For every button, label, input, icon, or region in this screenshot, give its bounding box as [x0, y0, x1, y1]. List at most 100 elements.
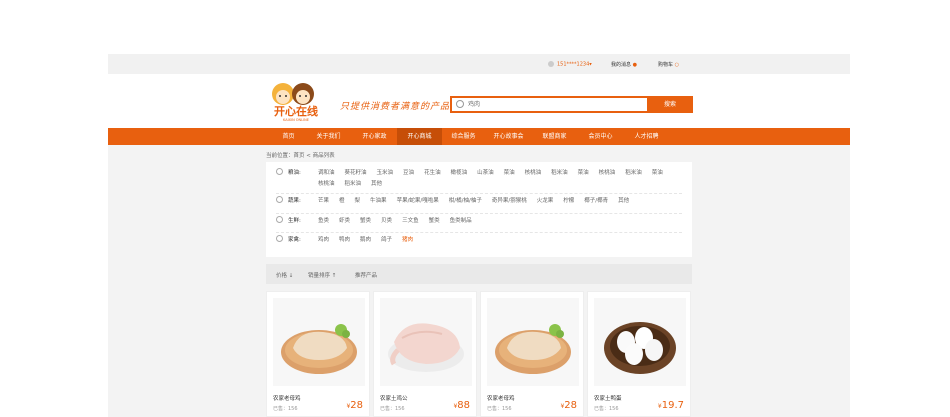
filter-option[interactable]: 玉米油 — [377, 168, 394, 179]
product-name[interactable]: 农家老母鸡 — [273, 394, 301, 402]
filter-option[interactable]: 山茶油 — [477, 168, 494, 179]
sort-bar: 价格 ↓ 销量排序 ↑ 推荐产品 — [266, 264, 692, 284]
product-card[interactable]: 农家老母鸡 已售：156 ¥28 — [266, 291, 370, 417]
product-card[interactable]: 农家老母鸡已售：156 ¥28 — [480, 291, 584, 417]
filter-option[interactable]: 鸽子 — [381, 235, 392, 246]
filter-option[interactable]: 菜油 — [578, 168, 589, 179]
filter-option[interactable]: 核桃油 — [318, 179, 335, 190]
nav-item[interactable]: 联盟商家 — [532, 128, 577, 145]
product-card[interactable]: 农家土鸭蛋 已售：156 ¥19.7 — [587, 291, 691, 417]
filter-option[interactable]: 豆油 — [403, 168, 414, 179]
sort-by-price[interactable]: 价格 ↓ — [276, 271, 293, 279]
user-phone[interactable]: 151****1234▾ — [548, 61, 592, 68]
filter-option[interactable]: 蟹类 — [360, 216, 371, 227]
sort-price-label: 价格 — [276, 273, 288, 279]
sort-by-sales[interactable]: 销量排序 ↑ — [308, 271, 336, 279]
nav-item[interactable]: 开心故事会 — [486, 128, 531, 145]
filter-option[interactable]: 猪肉 — [402, 235, 413, 246]
product-image[interactable] — [273, 298, 365, 386]
breadcrumb: 当前位置：首页 < 商品列表 — [266, 153, 335, 159]
product-sold-count: 已售：156 — [273, 406, 298, 412]
filter-label: 家禽: — [288, 237, 301, 243]
filter-option[interactable]: 三文鱼 — [402, 216, 419, 227]
cart-link[interactable]: 购物车 ○ — [658, 61, 679, 68]
cart-count-icon: ○ — [674, 62, 679, 68]
product-name[interactable]: 农家土鸭蛋 — [594, 394, 622, 402]
category-icon — [276, 168, 283, 175]
filter-option[interactable]: 菜油 — [504, 168, 515, 179]
filter-option[interactable]: 橙 — [339, 196, 345, 207]
price-value: 88 — [457, 400, 470, 411]
filter-option[interactable]: 牛油果 — [370, 196, 387, 207]
nav-item[interactable]: 关于我们 — [306, 128, 351, 145]
main-nav: 首页 关于我们 开心家政 开心商城 综合服务 开心故事会 联盟商家 会员中心 人才招聘 — [108, 128, 850, 145]
filter-option[interactable]: 贝类 — [381, 216, 392, 227]
category-icon — [276, 196, 283, 203]
filter-option[interactable]: 奇异果/猕猴桃 — [492, 196, 527, 207]
filter-option[interactable]: 椰子/椰青 — [584, 196, 608, 207]
chevron-down-icon: ▾ — [589, 61, 592, 68]
product-card[interactable]: 农家土鸡公已售：156 ¥88 — [373, 291, 477, 417]
logo-subtext: KAIXIN ONLINE — [283, 118, 309, 122]
price-value: 28 — [350, 400, 363, 411]
filter-option[interactable]: 柑/橘/柚/柚子 — [449, 196, 482, 207]
filter-option[interactable]: 鸡肉 — [318, 235, 329, 246]
nav-item[interactable]: 开心商城 — [397, 128, 442, 145]
search-box: 搜索 — [450, 96, 693, 113]
product-name[interactable]: 农家土鸡公 — [380, 394, 408, 402]
filter-option[interactable]: 菜油 — [652, 168, 663, 179]
product-sold-count: 已售：156 — [380, 406, 405, 412]
category-icon — [276, 216, 283, 223]
category-filter: 粮油: 调和油 葵花籽油 玉米油 豆油 花生油 橄榄油 山茶油 菜油 核桃油 稻米油 菜油 核桃油 稻米油… — [266, 162, 692, 257]
filter-option[interactable]: 稻米油 — [551, 168, 568, 179]
filter-option[interactable]: 其他 — [618, 196, 629, 207]
product-image[interactable] — [594, 298, 686, 386]
nav-item[interactable]: 会员中心 — [578, 128, 623, 145]
price-value: 19.7 — [661, 400, 684, 411]
filter-options: 芒果橙梨牛油果 苹果/蛇果/嘎啦果 柑/橘/柚/柚子 奇异果/猕猴桃 火龙果 柠檬 椰子/椰… — [318, 196, 678, 207]
filter-label: 粮油: — [288, 170, 301, 176]
product-image[interactable] — [380, 298, 472, 386]
product-price: ¥88 — [453, 400, 470, 411]
page: 151****1234▾ 我的消息 ● 购物车 ○ 开心在线 KAIXIN ON… — [108, 54, 850, 417]
search-input[interactable] — [468, 98, 648, 111]
filter-option[interactable]: 梨 — [355, 196, 361, 207]
sort-recommended[interactable]: 推荐产品 — [355, 271, 377, 279]
filter-option[interactable]: 柠檬 — [563, 196, 574, 207]
filter-option[interactable]: 花生油 — [424, 168, 441, 179]
filter-option[interactable]: 火龙果 — [537, 196, 554, 207]
header: 开心在线 KAIXIN ONLINE 只提供消费者满意的产品 搜索 — [108, 74, 850, 128]
filter-option[interactable]: 鱼类制品 — [450, 216, 472, 227]
filter-option[interactable]: 苹果/蛇果/嘎啦果 — [397, 196, 439, 207]
filter-option[interactable]: 虾类 — [339, 216, 350, 227]
nav-item[interactable]: 人才招聘 — [624, 128, 669, 145]
nav-item[interactable]: 首页 — [266, 128, 311, 145]
category-icon — [276, 235, 283, 242]
filter-option[interactable]: 芒果 — [318, 196, 329, 207]
product-sold-count: 已售：156 — [487, 406, 512, 412]
filter-option[interactable]: 调和油 — [318, 168, 335, 179]
filter-option[interactable]: 鱼类 — [318, 216, 329, 227]
filter-option[interactable]: 核桃油 — [525, 168, 542, 179]
filter-option[interactable]: 鸭肉 — [339, 235, 350, 246]
filter-option[interactable]: 橄榄油 — [451, 168, 468, 179]
filter-option[interactable]: 蟹类 — [429, 216, 440, 227]
phone-number: 151****1234 — [557, 61, 590, 68]
filter-option[interactable]: 稻米油 — [625, 168, 642, 179]
product-price: ¥28 — [560, 400, 577, 411]
filter-option[interactable]: 葵花籽油 — [345, 168, 367, 179]
filter-option[interactable]: 鹅肉 — [360, 235, 371, 246]
filter-option[interactable]: 稻米油 — [345, 179, 362, 190]
search-button[interactable]: 搜索 — [647, 96, 693, 113]
my-messages-link[interactable]: 我的消息 ● — [611, 61, 637, 68]
filter-row: 蔬果: 芒果橙梨牛油果 苹果/蛇果/嘎啦果 柑/橘/柚/柚子 奇异果/猕猴桃 火龙果 柠檬椰… — [276, 194, 682, 214]
nav-item[interactable]: 开心家政 — [352, 128, 397, 145]
sort-sales-label: 销量排序 — [308, 273, 331, 279]
nav-item[interactable]: 综合服务 — [441, 128, 486, 145]
product-name[interactable]: 农家老母鸡 — [487, 394, 515, 402]
logo[interactable]: 开心在线 KAIXIN ONLINE — [265, 80, 327, 122]
filter-option[interactable]: 其他 — [371, 179, 382, 190]
product-image[interactable] — [487, 298, 579, 386]
filter-options: 鸡肉 鸭肉 鹅肉 鸽子 猪肉 — [318, 235, 678, 246]
filter-option[interactable]: 核桃油 — [599, 168, 616, 179]
